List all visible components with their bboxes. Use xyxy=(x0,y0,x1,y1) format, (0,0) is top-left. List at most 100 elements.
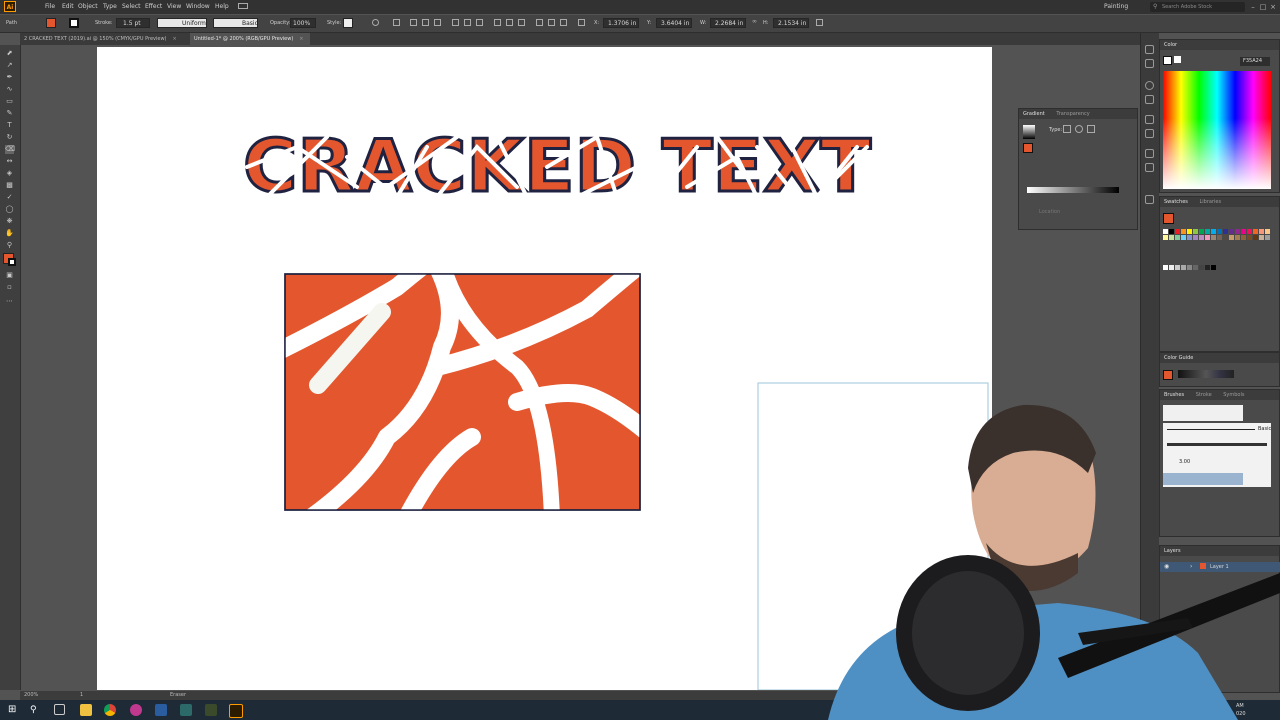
color-swatch[interactable] xyxy=(1175,229,1180,234)
graphic-style-swatch[interactable] xyxy=(343,18,353,28)
hand-tool-icon[interactable]: ✋ xyxy=(5,229,14,238)
color-swatch[interactable] xyxy=(1199,229,1204,234)
distribute-right-icon[interactable] xyxy=(560,19,567,26)
opacity-field[interactable]: 100% xyxy=(290,18,316,28)
screen-mode-icon[interactable]: ▫ xyxy=(5,283,14,292)
color-spectrum[interactable] xyxy=(1163,71,1271,189)
menu-edit[interactable]: Edit xyxy=(62,3,74,10)
color-swatch[interactable] xyxy=(1217,229,1222,234)
color-swatch[interactable] xyxy=(1265,229,1270,234)
appearance-panel-icon[interactable] xyxy=(1145,149,1154,158)
chrome-icon[interactable] xyxy=(104,704,116,716)
menu-file[interactable]: File xyxy=(45,3,55,10)
menu-effect[interactable]: Effect xyxy=(145,3,162,10)
color-swatch[interactable] xyxy=(1187,229,1192,234)
color-swatch[interactable] xyxy=(1229,235,1234,240)
gradient-fill-icon[interactable] xyxy=(1023,143,1033,153)
taskbar-search-icon[interactable]: ⚲ xyxy=(30,704,42,716)
brush-definition[interactable]: Basic xyxy=(213,18,258,28)
color-swatch[interactable] xyxy=(1163,229,1168,234)
gradient-tool-icon[interactable]: ▩ xyxy=(5,181,14,190)
color-swatch[interactable] xyxy=(1205,235,1210,240)
transparency-panel-icon[interactable] xyxy=(1145,129,1154,138)
grey-swatch[interactable] xyxy=(1169,265,1174,270)
reference-point-icon[interactable] xyxy=(578,19,585,26)
cracked-rectangle[interactable] xyxy=(277,252,647,527)
tab-gradient[interactable]: Gradient xyxy=(1023,111,1045,117)
color-swatch[interactable] xyxy=(1175,235,1180,240)
direct-selection-tool-icon[interactable]: ↗ xyxy=(5,61,14,70)
close-tab-icon[interactable]: × xyxy=(173,36,177,42)
color-swatch[interactable] xyxy=(1187,235,1192,240)
grey-swatch[interactable] xyxy=(1175,265,1180,270)
eraser-tool-icon[interactable]: ⌫ xyxy=(5,145,15,154)
color-guide-icon[interactable] xyxy=(1145,95,1154,104)
tab-cracked-text[interactable]: 2 CRACKED TEXT (2019).ai @ 150% (CMYK/GP… xyxy=(20,33,190,45)
rotate-tool-icon[interactable]: ↻ xyxy=(5,133,14,142)
shape-builder-tool-icon[interactable]: ◈ xyxy=(5,169,14,178)
color-swatch[interactable] xyxy=(1265,235,1270,240)
color-swatch[interactable] xyxy=(1211,235,1216,240)
pencil-tool-icon[interactable]: ✎ xyxy=(5,109,14,118)
color-swatch[interactable] xyxy=(1193,229,1198,234)
gradient-panel-icon[interactable] xyxy=(1145,115,1154,124)
curvature-tool-icon[interactable]: ∿ xyxy=(5,85,14,94)
grey-swatch[interactable] xyxy=(1181,265,1186,270)
color-swatch[interactable] xyxy=(1169,229,1174,234)
color-swatch[interactable] xyxy=(1247,229,1252,234)
cracked-text-headline[interactable]: CRACKED TEXT xyxy=(242,123,873,210)
color-swatch[interactable] xyxy=(1169,235,1174,240)
illustrator-taskbar-icon[interactable] xyxy=(229,704,243,718)
color-swatch[interactable] xyxy=(1259,235,1264,240)
swatch-grid[interactable] xyxy=(1163,229,1275,279)
grey-swatch[interactable] xyxy=(1163,265,1168,270)
align-middle-icon[interactable] xyxy=(464,19,471,26)
color-swatch[interactable] xyxy=(1217,235,1222,240)
properties-icon[interactable] xyxy=(1145,45,1154,54)
distribute-middle-icon[interactable] xyxy=(506,19,513,26)
tab-libraries[interactable]: Libraries xyxy=(1199,199,1221,205)
guide-harmony-strip[interactable] xyxy=(1178,370,1234,378)
menu-view[interactable]: View xyxy=(167,3,181,10)
menu-window[interactable]: Window xyxy=(186,3,210,10)
workspace-switcher[interactable]: Painting xyxy=(1104,3,1128,10)
linear-gradient-icon[interactable] xyxy=(1063,125,1071,133)
gradient-slider[interactable] xyxy=(1027,187,1119,193)
radial-gradient-icon[interactable] xyxy=(1075,125,1083,133)
drawing-modes-icon[interactable]: ▣ xyxy=(5,271,14,280)
app-icon[interactable] xyxy=(155,704,167,716)
color-swatch[interactable] xyxy=(1223,229,1228,234)
constrain-link-icon[interactable]: ∞ xyxy=(752,18,759,25)
zoom-tool-icon[interactable]: ⚲ xyxy=(5,241,14,250)
align-center-icon[interactable] xyxy=(422,19,429,26)
white-swatch[interactable] xyxy=(1174,56,1181,63)
hex-input[interactable]: F35A24 xyxy=(1240,57,1270,66)
align-right-icon[interactable] xyxy=(434,19,441,26)
tab-swatches[interactable]: Swatches xyxy=(1164,199,1188,205)
color-swatch[interactable] xyxy=(1181,229,1186,234)
zoom-level[interactable]: 200% xyxy=(24,691,38,700)
app-icon[interactable] xyxy=(180,704,192,716)
transform-icon[interactable] xyxy=(816,19,823,26)
color-swatch[interactable] xyxy=(1223,235,1228,240)
close-window-icon[interactable]: × xyxy=(1268,2,1278,12)
freeform-gradient-icon[interactable] xyxy=(1087,125,1095,133)
windows-start-icon[interactable]: ⊞ xyxy=(8,704,20,716)
grey-swatch[interactable] xyxy=(1205,265,1210,270)
color-panel-icon[interactable] xyxy=(1145,81,1154,90)
color-swatch[interactable] xyxy=(1259,229,1264,234)
more-tools-icon[interactable]: ⋯ xyxy=(5,297,14,306)
distribute-left-icon[interactable] xyxy=(536,19,543,26)
tab-transparency[interactable]: Transparency xyxy=(1056,111,1089,117)
artboard-number[interactable]: 1 xyxy=(80,691,83,700)
export-icon[interactable] xyxy=(1145,195,1154,204)
align-top-icon[interactable] xyxy=(452,19,459,26)
graphic-styles-icon[interactable] xyxy=(1145,163,1154,172)
color-swatch[interactable] xyxy=(1253,235,1258,240)
menu-object[interactable]: Object xyxy=(78,3,98,10)
stock-search-input[interactable]: Search Adobe Stock xyxy=(1150,2,1245,12)
color-swatch[interactable] xyxy=(1235,229,1240,234)
color-swatch[interactable] xyxy=(1181,235,1186,240)
app-icon[interactable] xyxy=(130,704,142,716)
grey-swatch[interactable] xyxy=(1211,265,1216,270)
